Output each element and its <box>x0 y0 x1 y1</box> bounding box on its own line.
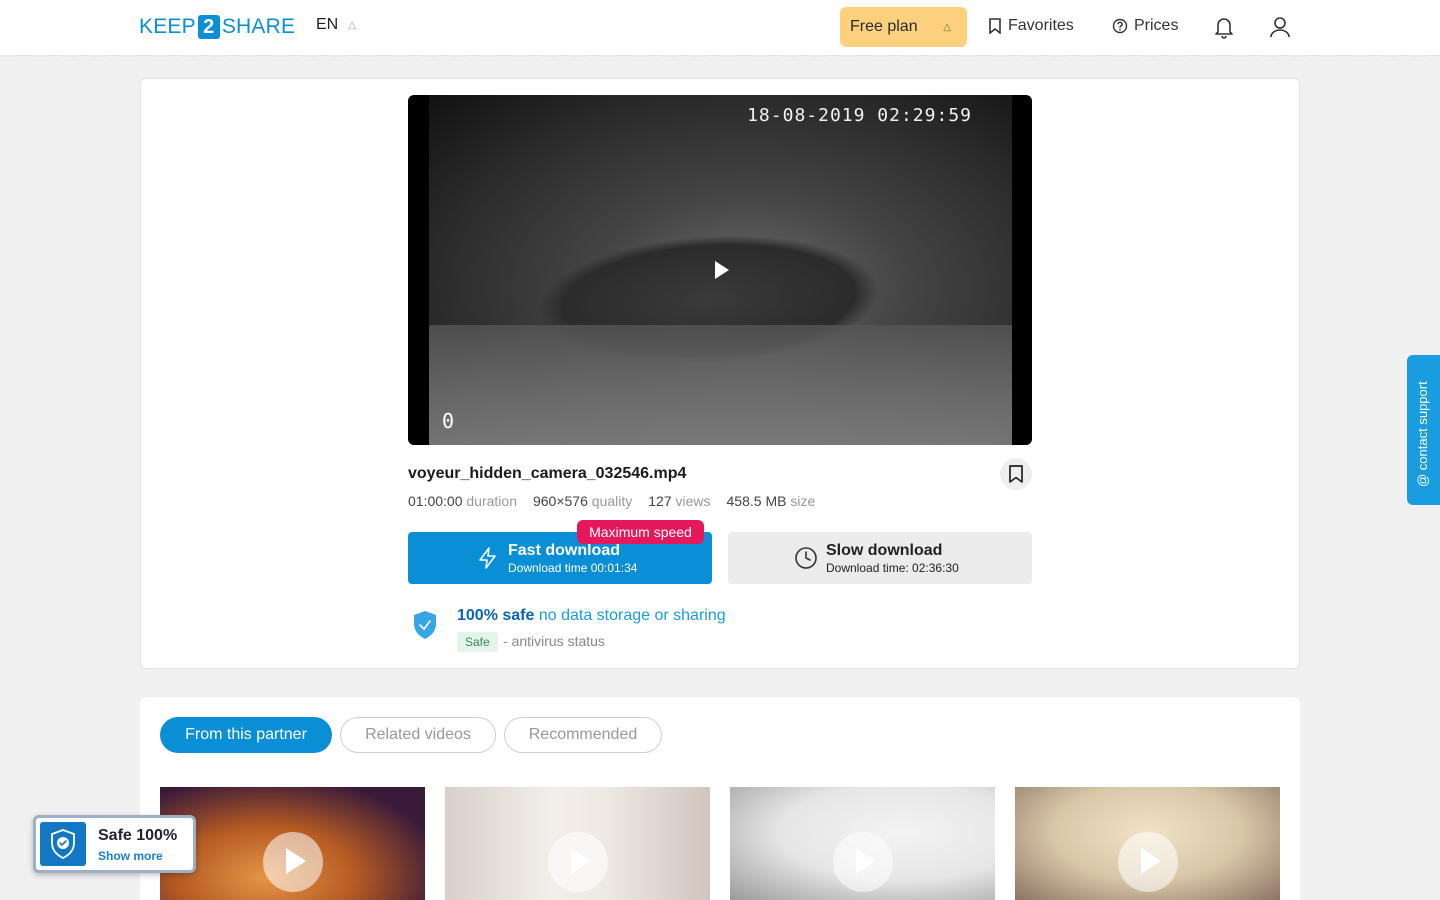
meta-views: 127 views <box>648 493 710 509</box>
duration-unit: duration <box>466 493 517 509</box>
clock-icon <box>795 547 817 569</box>
fast-download-time: Download time 00:01:34 <box>508 561 638 575</box>
safe-widget-title: Safe 100% <box>98 827 178 844</box>
meta-size: 458.5 MB size <box>727 493 816 509</box>
maximum-speed-badge: Maximum speed <box>577 520 704 544</box>
bookmark-icon <box>989 18 1001 34</box>
play-circle-icon[interactable] <box>833 832 893 892</box>
duration-value: 01:00:00 <box>408 493 463 509</box>
file-name: voyeur_hidden_camera_032546.mp4 <box>408 465 687 482</box>
video-counter: 0 <box>442 409 455 433</box>
notifications-bell-icon[interactable] <box>1213 15 1235 39</box>
safety-statement: 100% safe no data storage or sharing <box>457 607 726 625</box>
views-unit: views <box>675 493 711 509</box>
slow-download-time: Download time: 02:36:30 <box>826 561 959 575</box>
antivirus-status-text: - antivirus status <box>503 633 605 649</box>
keep2share-logo[interactable]: KEEP 2 SHARE <box>139 15 295 39</box>
shield-check-icon <box>414 611 436 639</box>
views-value: 127 <box>648 493 672 509</box>
logo-keep: KEEP <box>139 15 196 38</box>
size-value: 458.5 MB <box>726 493 787 509</box>
tab-from-this-partner[interactable]: From this partner <box>160 717 332 753</box>
logo-two: 2 <box>197 15 220 39</box>
bookmark-icon <box>1009 465 1023 483</box>
file-meta: 01:00:00 duration 960×576 quality 127 vi… <box>408 493 815 509</box>
video-thumbnail[interactable] <box>1015 787 1280 900</box>
top-header: KEEP 2 SHARE EN △ Free plan △ Favorites … <box>0 0 1440 57</box>
plan-label: Free plan <box>850 18 918 35</box>
video-thumbnail[interactable] <box>730 787 995 900</box>
quality-value: 960×576 <box>532 493 588 509</box>
antivirus-safe-badge: Safe <box>457 632 498 652</box>
shield-check-icon <box>40 822 86 866</box>
prices-label: Prices <box>1134 17 1179 34</box>
free-plan-button[interactable]: Free plan △ <box>840 7 967 47</box>
quality-unit: quality <box>591 493 633 509</box>
prices-link[interactable]: Prices <box>1112 17 1178 35</box>
meta-duration: 01:00:00 duration <box>408 493 517 509</box>
tab-recommended[interactable]: Recommended <box>504 717 662 753</box>
size-unit: size <box>790 493 816 509</box>
show-more-link[interactable]: Show more <box>98 849 163 863</box>
slow-download-button[interactable]: Slow download Download time: 02:36:30 <box>728 532 1032 584</box>
contact-support-tab[interactable]: @ contact support <box>1407 355 1440 505</box>
safety-bold: 100% safe <box>457 607 535 624</box>
chevron-up-icon: △ <box>348 19 356 31</box>
safe-widget[interactable]: Safe 100% Show more <box>33 815 196 873</box>
logo-share: SHARE <box>221 15 296 38</box>
video-player[interactable]: 18-08-2019 02:29:59 0 <box>408 95 1032 445</box>
language-label: EN <box>316 16 339 33</box>
safety-link[interactable]: no data storage or sharing <box>539 607 726 624</box>
lightning-icon <box>479 547 496 569</box>
user-account-icon[interactable] <box>1269 15 1291 39</box>
play-icon[interactable] <box>715 261 729 279</box>
fast-download-label: Fast download <box>508 542 620 559</box>
video-thumbnail[interactable] <box>445 787 710 900</box>
favorites-link[interactable]: Favorites <box>988 17 1074 35</box>
slow-download-label: Slow download <box>826 542 943 559</box>
video-scene-floor <box>429 325 1012 445</box>
tab-related-videos[interactable]: Related videos <box>340 717 496 753</box>
help-circle-icon <box>1112 18 1128 34</box>
meta-quality: 960×576 quality <box>533 493 632 509</box>
video-timestamp: 18-08-2019 02:29:59 <box>747 105 972 126</box>
chevron-up-icon: △ <box>943 21 951 33</box>
add-favorite-button[interactable] <box>1000 458 1032 490</box>
contact-support-label: @ contact support <box>1415 381 1430 487</box>
play-circle-icon[interactable] <box>263 832 323 892</box>
video-thumbnail[interactable] <box>160 787 425 900</box>
language-selector[interactable]: EN △ <box>316 16 356 34</box>
play-circle-icon[interactable] <box>548 832 608 892</box>
favorites-label: Favorites <box>1008 17 1074 34</box>
play-circle-icon[interactable] <box>1118 832 1178 892</box>
